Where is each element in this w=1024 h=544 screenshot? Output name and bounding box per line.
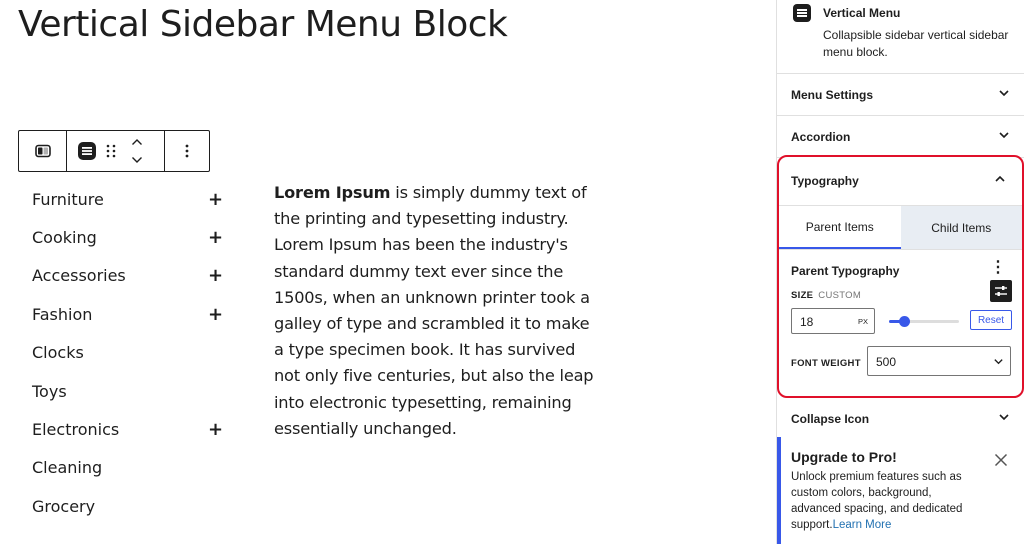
panel-collapse-icon[interactable]: Collapse Icon bbox=[777, 398, 1024, 440]
menu-item-label: Grocery bbox=[32, 496, 96, 516]
menu-item-label: Cleaning bbox=[32, 458, 103, 478]
block-name: Vertical Menu bbox=[823, 6, 901, 20]
expand-plus-icon[interactable]: + bbox=[208, 227, 223, 248]
panel-label: Accordion bbox=[791, 129, 851, 144]
block-card: Vertical Menu Collapsible sidebar vertic… bbox=[777, 0, 1024, 74]
upgrade-notice: Upgrade to Pro! Unlock premium features … bbox=[777, 437, 1024, 544]
movers bbox=[131, 133, 143, 169]
close-icon[interactable] bbox=[994, 453, 1008, 467]
typography-options-icon[interactable]: ⋮ bbox=[990, 260, 1006, 276]
menu-item[interactable]: Fashion + bbox=[32, 295, 223, 333]
panel-menu-settings[interactable]: Menu Settings bbox=[777, 74, 1024, 116]
chevron-down-icon bbox=[998, 410, 1010, 428]
expand-plus-icon[interactable]: + bbox=[208, 419, 223, 440]
sliders-icon bbox=[995, 286, 1007, 296]
font-size-slider[interactable] bbox=[889, 316, 959, 327]
toolbar-group-block bbox=[67, 131, 165, 171]
font-size-unit[interactable]: PX bbox=[858, 317, 868, 326]
move-down-icon[interactable] bbox=[131, 151, 143, 169]
panel-typography-header[interactable]: Typography bbox=[779, 157, 1022, 205]
typography-controls: Parent Typography ⋮ SIZE CUSTOM 18 PX Re… bbox=[779, 249, 1022, 396]
custom-size-toggle[interactable] bbox=[990, 280, 1012, 302]
menu-item[interactable]: Toys bbox=[32, 372, 222, 410]
panel-collapse-icon-wrap: Collapse Icon bbox=[777, 398, 1024, 440]
menu-item[interactable]: Cooking + bbox=[32, 218, 223, 256]
expand-plus-icon[interactable]: + bbox=[208, 304, 223, 325]
tab-child-items[interactable]: Child Items bbox=[900, 206, 1022, 249]
chevron-up-icon bbox=[994, 172, 1006, 190]
menu-item[interactable]: Grocery bbox=[32, 487, 222, 525]
menu-item-label: Furniture bbox=[32, 189, 104, 209]
panel-accordion[interactable]: Accordion bbox=[777, 116, 1024, 158]
page-title: Vertical Sidebar Menu Block bbox=[18, 4, 508, 45]
menu-item[interactable]: Furniture + bbox=[32, 180, 223, 218]
paragraph-bold: Lorem Ipsum bbox=[274, 183, 391, 202]
font-size-input[interactable]: 18 PX bbox=[791, 308, 875, 334]
drag-handle-icon[interactable] bbox=[105, 143, 117, 159]
move-up-icon[interactable] bbox=[131, 133, 143, 151]
menu-block-icon bbox=[793, 4, 811, 22]
font-weight-value: 500 bbox=[876, 355, 897, 369]
panel-label: Collapse Icon bbox=[791, 411, 870, 426]
sidebar-toggle-icon[interactable] bbox=[34, 144, 51, 158]
tab-parent-items[interactable]: Parent Items bbox=[779, 206, 901, 249]
toolbar-group-options bbox=[165, 131, 209, 171]
panel-typography: Typography Parent Items Child Items Pare… bbox=[777, 155, 1024, 398]
parent-typography-label: Parent Typography bbox=[791, 264, 900, 278]
font-weight-label: FONT WEIGHT bbox=[791, 358, 861, 369]
menu-item-label: Fashion bbox=[32, 304, 93, 324]
chevron-down-icon bbox=[998, 128, 1010, 146]
upgrade-text: Unlock premium features such as custom c… bbox=[791, 469, 967, 533]
menu-item-label: Accessories bbox=[32, 266, 126, 286]
paragraph-text: is simply dummy text of the printing and… bbox=[274, 183, 594, 438]
typography-tabs: Parent Items Child Items bbox=[779, 205, 1022, 249]
chevron-down-icon bbox=[998, 86, 1010, 104]
block-description: Collapsible sidebar vertical sidebar men… bbox=[823, 28, 1009, 59]
vertical-menu: Furniture + Cooking + Accessories + Fashion + Cl… bbox=[32, 180, 223, 526]
font-size-value: 18 bbox=[800, 315, 814, 329]
more-options-icon[interactable] bbox=[185, 143, 189, 159]
expand-plus-icon[interactable]: + bbox=[208, 189, 223, 210]
panel-label: Typography bbox=[791, 174, 859, 188]
paragraph: Lorem Ipsum is simply dummy text of the … bbox=[274, 180, 594, 442]
upgrade-title: Upgrade to Pro! bbox=[791, 449, 897, 465]
menu-item-label: Cooking bbox=[32, 228, 97, 248]
reset-button[interactable]: Reset bbox=[970, 310, 1012, 330]
menu-item-label: Electronics bbox=[32, 420, 120, 440]
block-toolbar bbox=[18, 130, 210, 172]
menu-item[interactable]: Cleaning bbox=[32, 449, 222, 487]
toolbar-group-parent bbox=[19, 131, 67, 171]
block-menu-icon[interactable] bbox=[77, 141, 97, 161]
font-weight-select[interactable]: 500 bbox=[867, 346, 1011, 376]
menu-item[interactable]: Electronics + bbox=[32, 410, 223, 448]
menu-item-label: Toys bbox=[32, 381, 67, 401]
learn-more-link[interactable]: Learn More bbox=[833, 519, 892, 531]
menu-item[interactable]: Clocks bbox=[32, 334, 222, 372]
menu-item[interactable]: Accessories + bbox=[32, 257, 223, 295]
size-label: SIZE CUSTOM bbox=[791, 290, 861, 301]
size-label-text: SIZE bbox=[791, 290, 814, 301]
panel-label: Menu Settings bbox=[791, 87, 874, 102]
slider-thumb[interactable] bbox=[899, 316, 911, 327]
menu-item-label: Clocks bbox=[32, 343, 84, 363]
expand-plus-icon[interactable]: + bbox=[208, 265, 223, 286]
size-mode: CUSTOM bbox=[818, 290, 862, 301]
